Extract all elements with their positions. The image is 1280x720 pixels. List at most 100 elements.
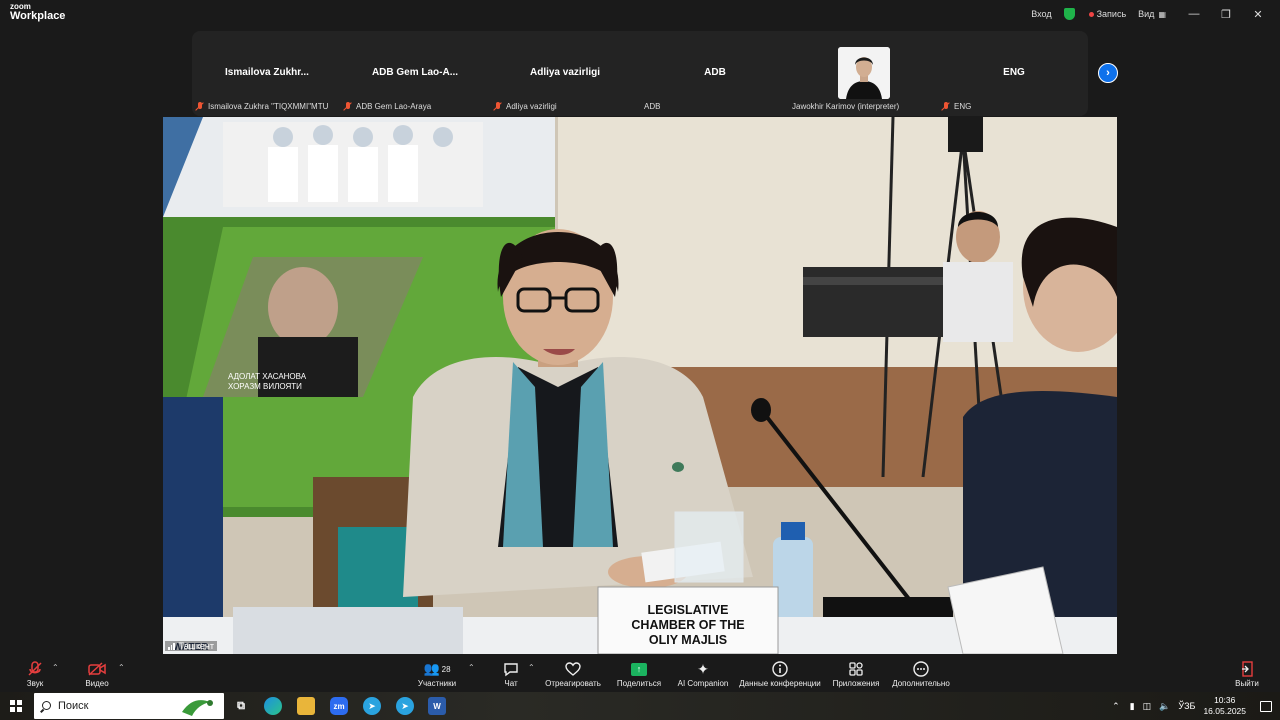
ai-companion-button[interactable]: ✦ AI Companion xyxy=(674,659,732,689)
mic-muted-icon xyxy=(942,102,950,111)
info-icon xyxy=(772,661,788,677)
record-button[interactable]: Запись xyxy=(1088,9,1127,19)
leave-button[interactable]: Выйти xyxy=(1232,659,1262,688)
clock-date: 16.05.2025 xyxy=(1203,706,1246,716)
gallery-strip: Ismailova Zukhr... Ismailova Zukhra "TIQ… xyxy=(192,31,1088,116)
mic-muted-icon xyxy=(196,102,204,111)
windows-start-icon[interactable] xyxy=(10,700,22,712)
usb-icon[interactable]: ▮ xyxy=(1130,701,1135,712)
record-dot-icon xyxy=(1088,11,1094,17)
task-view-icon[interactable]: ⧉ xyxy=(232,697,250,715)
share-button[interactable]: ↑ Поделиться xyxy=(614,659,664,688)
security-shield-icon[interactable] xyxy=(1063,8,1075,20)
participant-label: ADB xyxy=(644,102,660,111)
nameplate-line1: LEGISLATIVE xyxy=(647,603,728,617)
share-label: Поделиться xyxy=(616,679,662,688)
participant-label-text: Adliya vazirligi xyxy=(506,102,557,111)
chat-options-chevron-icon[interactable]: ⌃ xyxy=(528,663,535,672)
meeting-info-button[interactable]: Данные конференции xyxy=(738,659,822,688)
view-button[interactable]: Вид ▦ xyxy=(1138,9,1166,19)
heart-icon xyxy=(565,662,581,676)
more-label: Дополнительно xyxy=(892,679,950,688)
poster-caption-line1: АДОЛАТ ХАСАНОВА xyxy=(228,372,307,381)
participant-label: Adliya vazirligi xyxy=(494,102,557,111)
more-dots-icon xyxy=(913,661,929,677)
sparkle-icon: ✦ xyxy=(697,660,709,677)
ai-companion-label: AI Companion xyxy=(677,679,729,688)
telegram-icon[interactable]: ➤ xyxy=(363,697,381,715)
chat-button[interactable]: Чат xyxy=(498,659,524,688)
zoom-window: zoom Workplace Вход Запись Вид ▦ — ❐ ✕ I… xyxy=(0,0,1280,720)
windows-taskbar: Поиск ⧉ zm ➤ ➤ W ⌃ ▮ ◫ 🔈 ЎЗБ 10:36 16.05… xyxy=(0,692,1280,720)
nameplate-line3: OLIY MAJLIS xyxy=(649,633,727,647)
participant-tile[interactable]: Adliya vazirligi Adliya vazirligi xyxy=(490,31,640,116)
participant-tile[interactable]: ADB ADB xyxy=(640,31,790,116)
view-grid-icon: ▦ xyxy=(1158,9,1166,19)
participant-label-text: ADB Gem Lao-Araya xyxy=(356,102,432,111)
chat-label: Чат xyxy=(504,679,518,688)
more-button[interactable]: Дополнительно xyxy=(890,659,952,688)
title-bar: zoom Workplace Вход Запись Вид ▦ — ❐ ✕ xyxy=(0,0,1280,28)
participant-avatar xyxy=(838,47,890,99)
participant-label-text: Ismailova Zukhra "TIQXMMI"MTU xyxy=(208,102,329,111)
apps-button[interactable]: Приложения xyxy=(830,659,882,688)
mic-muted-icon xyxy=(28,661,42,676)
tray-chevron-up-icon[interactable]: ⌃ xyxy=(1112,701,1120,712)
participant-tile[interactable]: ADB Gem Lao-A... ADB Gem Lao-Araya xyxy=(340,31,490,116)
search-highlight-bird-icon xyxy=(182,700,213,716)
system-tray: ⌃ ▮ ◫ 🔈 ЎЗБ 10:36 16.05.2025 xyxy=(1112,692,1280,720)
participant-tile[interactable]: Ismailova Zukhr... Ismailova Zukhra "TIQ… xyxy=(192,31,342,116)
participant-name: Adliya vazirligi xyxy=(529,67,601,78)
close-button[interactable]: ✕ xyxy=(1242,8,1274,21)
zoom-app-label: zm xyxy=(333,701,345,711)
telegram-desktop-icon[interactable]: ➤ xyxy=(396,697,414,715)
language-indicator[interactable]: ЎЗБ xyxy=(1178,701,1195,711)
participants-count: 28 xyxy=(441,664,451,674)
participants-options-chevron-icon[interactable]: ⌃ xyxy=(468,663,475,672)
video-location-label: Ташкент xyxy=(165,641,217,651)
mic-muted-icon xyxy=(494,102,502,111)
apps-label: Приложения xyxy=(832,679,880,688)
participants-icon: 👥 xyxy=(423,661,440,676)
minimize-button[interactable]: — xyxy=(1178,8,1210,20)
share-arrow-icon: ↑ xyxy=(631,662,647,676)
file-explorer-icon[interactable] xyxy=(297,697,315,715)
meeting-info-label: Данные конференции xyxy=(739,679,821,688)
camera-off-icon xyxy=(88,662,106,676)
search-placeholder: Поиск xyxy=(58,700,89,712)
participant-tile[interactable]: ENG ENG xyxy=(940,31,1088,116)
participant-name: ADB Gem Lao-A... xyxy=(371,67,459,78)
word-icon[interactable]: W xyxy=(428,697,446,715)
signin-button[interactable]: Вход xyxy=(1031,9,1051,19)
participant-name: ENG xyxy=(1003,67,1025,78)
participant-name: ADB xyxy=(704,67,726,78)
participant-name: Ismailova Zukhr... xyxy=(225,67,309,78)
participant-label: ADB Gem Lao-Araya xyxy=(344,102,431,111)
react-label: Отреагировать xyxy=(545,679,601,688)
taskbar-clock[interactable]: 10:36 16.05.2025 xyxy=(1203,695,1246,717)
restore-button[interactable]: ❐ xyxy=(1210,8,1242,21)
volume-icon[interactable]: 🔈 xyxy=(1159,701,1170,712)
gallery-next-button[interactable]: › xyxy=(1098,63,1118,83)
participant-label-text: ENG xyxy=(954,102,972,111)
network-icon[interactable]: ◫ xyxy=(1143,701,1152,712)
taskbar-search-box[interactable]: Поиск xyxy=(34,693,224,719)
edge-browser-icon[interactable] xyxy=(264,697,282,715)
record-label: Запись xyxy=(1096,9,1127,19)
video-options-chevron-icon[interactable]: ⌃ xyxy=(118,663,125,672)
react-button[interactable]: Отреагировать xyxy=(542,659,604,688)
search-icon xyxy=(42,701,51,710)
speaker-video-frame: АДОЛАТ ХАСАНОВА ХОРАЗМ ВИЛОЯТИ LEGISLATI… xyxy=(163,117,1117,654)
video-location-text: Ташкент xyxy=(178,641,214,651)
logo-workplace-text: Workplace xyxy=(10,10,66,22)
zoom-logo: zoom Workplace xyxy=(10,3,65,22)
participant-label: ENG xyxy=(942,102,971,111)
audio-options-chevron-icon[interactable]: ⌃ xyxy=(52,663,59,672)
notifications-icon[interactable] xyxy=(1260,700,1272,712)
participants-button[interactable]: 👥 28 Участники xyxy=(414,659,460,688)
audio-button[interactable]: Звук xyxy=(20,659,50,688)
zoom-app-icon[interactable]: zm xyxy=(330,697,348,715)
video-label: Видео xyxy=(85,679,109,688)
video-button[interactable]: Видео xyxy=(80,659,114,688)
participant-label: Jawokhir Karimov (interpreter) xyxy=(792,102,899,111)
